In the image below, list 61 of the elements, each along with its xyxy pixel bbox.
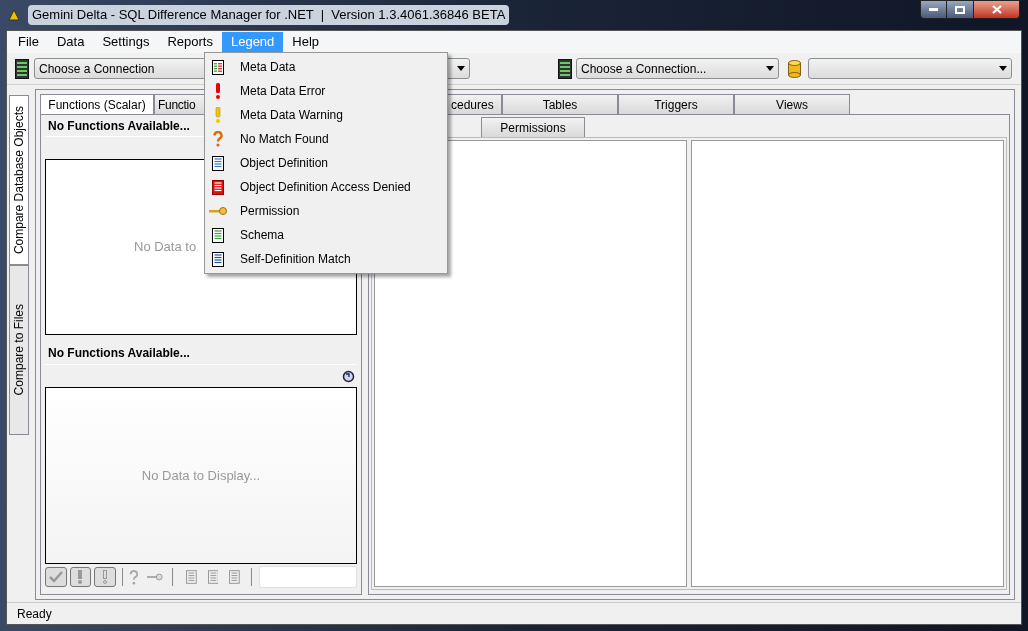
exclamation-icon [78,570,83,584]
menu-item[interactable]: Data [47,31,94,53]
empty-message: No Data to Display... [141,466,261,485]
menu-item[interactable]: File [9,31,48,53]
filter-button[interactable] [69,567,92,587]
dropdown-arrow-icon [999,66,1007,71]
status-text: Ready [17,605,52,623]
minimize-button[interactable] [920,0,947,19]
menu-item[interactable]: Reports [158,31,222,53]
dropdown-arrow-icon [457,66,465,71]
tab[interactable]: Tables [502,94,618,114]
dropdown-option[interactable]: Permission [205,199,447,223]
app-logo-icon [8,9,20,21]
maximize-button[interactable] [947,0,974,19]
document-icon[interactable] [229,570,241,584]
dropdown-option[interactable]: Schema [205,223,447,247]
tab[interactable]: Triggers [618,94,734,114]
document-icon [212,251,224,267]
document-icon [212,227,224,243]
menu-item[interactable]: Help [283,31,329,53]
checkmark-icon [48,571,63,583]
filter-button[interactable] [45,567,67,587]
empty-message: No Data to [134,238,197,257]
key-icon [209,207,227,215]
exclamation-icon [215,83,221,99]
document-icon [212,155,224,171]
document-icon[interactable] [185,570,197,584]
side-tab[interactable]: Compare Database Objects [9,95,29,265]
section-header: No Functions Available... [45,341,357,365]
dropdown-arrow-icon [766,66,774,71]
grid-document-icon [212,59,224,75]
filter-button[interactable] [94,567,116,587]
filter-field[interactable] [259,566,357,588]
window-title: Gemini Delta - SQL Difference Manager for .NET | Version 1.3.4061.36846 BETA [28,5,510,25]
server-icon [558,58,572,79]
key-icon[interactable] [147,573,163,581]
question-mark-icon[interactable] [128,569,139,585]
dropdown-option[interactable]: Object Definition [205,151,447,175]
tab[interactable]: Permissions [481,117,585,137]
exclamation-icon [215,107,221,123]
document-icon [212,179,224,195]
side-tab[interactable]: Compare to Files [9,265,29,435]
close-icon [991,5,1002,14]
dropdown-option[interactable]: Self-Definition Match [205,247,447,271]
exclamation-icon [102,570,107,584]
minimize-icon [929,8,938,11]
database-icon [788,59,801,78]
server-icon [15,58,29,79]
dropdown-option[interactable]: Meta Data [205,55,447,79]
database-dropdown[interactable] [808,58,1012,79]
dropdown-option[interactable]: Object Definition Access Denied [205,175,447,199]
tab[interactable]: Views [734,94,850,114]
close-button[interactable] [974,0,1020,19]
tab[interactable]: Functio [154,94,206,114]
tab[interactable]: Functions (Scalar) [40,94,154,114]
refresh-icon[interactable] [342,369,355,383]
menu-item[interactable]: Settings [93,31,159,53]
connection-dropdown[interactable]: Choose a Connection... [576,58,779,79]
question-mark-icon [213,131,223,147]
document-icon[interactable] [207,570,219,584]
maximize-icon [955,5,965,14]
